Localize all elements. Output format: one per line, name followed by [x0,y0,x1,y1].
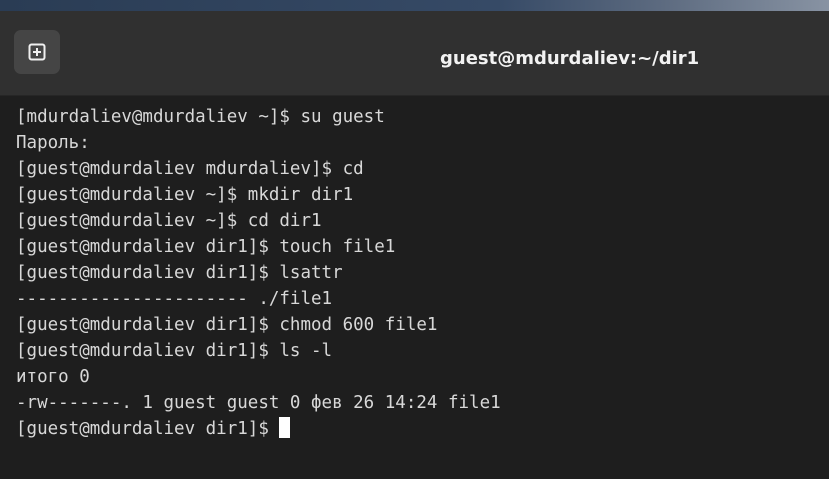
terminal-output[interactable]: [mdurdaliev@mdurdaliev ~]$ su guest Паро… [0,96,829,479]
terminal-line: [guest@mdurdaliev mdurdaliev]$ cd [16,159,364,179]
terminal-line: Пароль: [16,133,90,153]
terminal-line: -rw-------. 1 guest guest 0 фев 26 14:24… [16,393,501,413]
window-title: guest@mdurdaliev:~/dir1 [440,48,700,69]
terminal-line: [guest@mdurdaliev ~]$ mkdir dir1 [16,185,354,205]
terminal-line: [guest@mdurdaliev dir1]$ chmod 600 file1 [16,315,438,335]
terminal-line: ---------------------- ./file1 [16,289,333,309]
shell-prompt: [guest@mdurdaliev dir1]$ [16,419,280,439]
text-cursor [279,417,291,438]
desktop-background-strip [0,0,829,11]
terminal-line: итого 0 [16,367,90,387]
new-tab-icon [28,43,46,61]
terminal-line: [mdurdaliev@mdurdaliev ~]$ su guest [16,107,385,127]
terminal-line: [guest@mdurdaliev dir1]$ touch file1 [16,237,396,257]
terminal-window: guest@mdurdaliev:~/dir1 [mdurdaliev@mdur… [0,0,829,479]
new-tab-button[interactable] [14,30,60,74]
terminal-line: [guest@mdurdaliev dir1]$ lsattr [16,263,343,283]
prompt-line[interactable]: [guest@mdurdaliev dir1]$ [16,416,829,442]
title-bar: guest@mdurdaliev:~/dir1 [0,11,829,96]
terminal-line: [guest@mdurdaliev dir1]$ ls -l [16,341,333,361]
terminal-line: [guest@mdurdaliev ~]$ cd dir1 [16,211,322,231]
